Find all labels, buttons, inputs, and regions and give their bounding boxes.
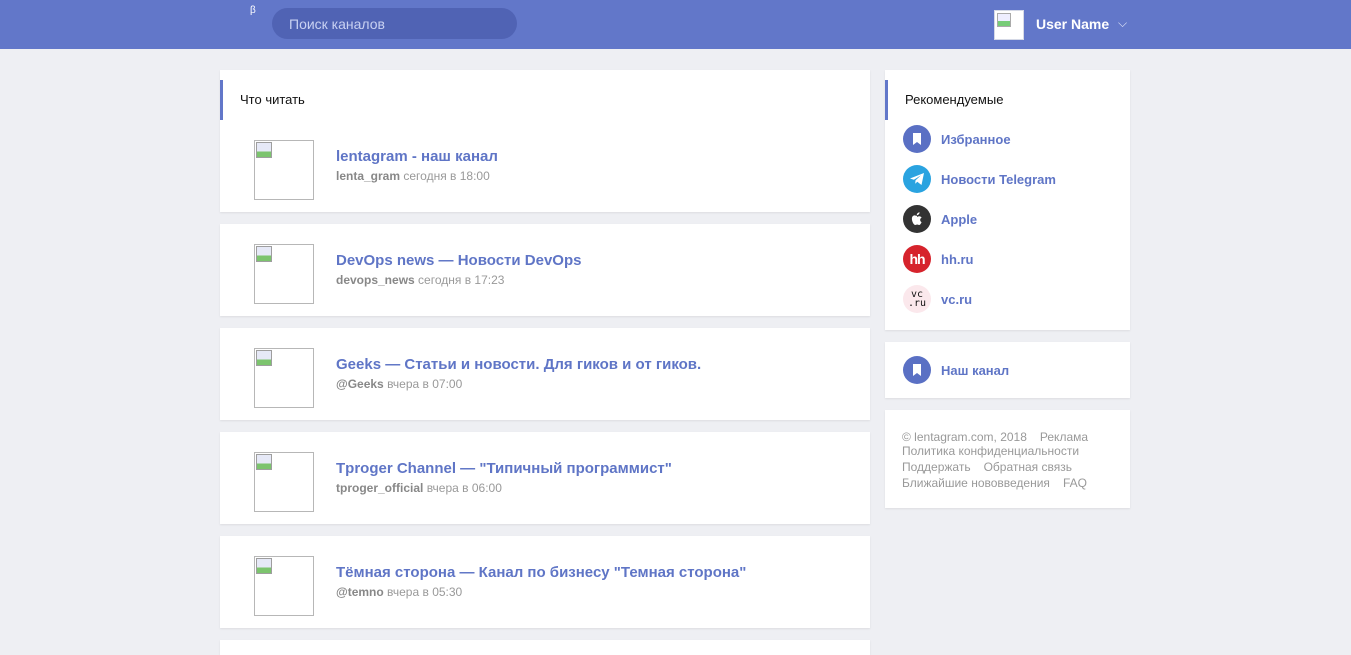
channel-avatar[interactable] xyxy=(254,348,314,408)
post-meta: lenta_gram сегодня в 18:00 xyxy=(336,169,490,183)
post-card[interactable]: Geeks — Статьи и новости. Для гиков и от… xyxy=(220,328,870,420)
changes-link[interactable]: Ближайшие нововведения xyxy=(902,476,1050,490)
feedback-link[interactable]: Обратная связь xyxy=(984,460,1072,474)
user-avatar[interactable] xyxy=(994,10,1024,40)
post-meta: @temno вчера в 05:30 xyxy=(336,585,462,599)
post-handle[interactable]: tproger_official xyxy=(336,481,423,495)
post-time: сегодня в 17:23 xyxy=(418,273,505,287)
post-meta: devops_news сегодня в 17:23 xyxy=(336,273,504,287)
recommended-item-hh[interactable]: hh hh.ru xyxy=(903,245,974,273)
footer-line: Поддержать Обратная связь xyxy=(902,460,1085,474)
channel-avatar[interactable] xyxy=(254,244,314,304)
bookmark-icon xyxy=(903,356,931,384)
post-meta: tproger_official вчера в 06:00 xyxy=(336,481,502,495)
post-title[interactable]: DevOps news — Новости DevOps xyxy=(336,252,581,269)
post-time: вчера в 05:30 xyxy=(387,585,463,599)
our-channel-card: Наш канал xyxy=(885,342,1130,398)
faq-link[interactable]: FAQ xyxy=(1063,476,1087,490)
channel-avatar[interactable] xyxy=(254,556,314,616)
recommended-item-label: hh.ru xyxy=(941,251,974,267)
post-title[interactable]: Geeks — Статьи и новости. Для гиков и от… xyxy=(336,356,701,373)
post-time: сегодня в 18:00 xyxy=(403,169,490,183)
user-name[interactable]: User Name xyxy=(1036,16,1109,32)
hh-logo-icon: hh xyxy=(903,245,931,273)
ads-link[interactable]: Реклама xyxy=(1040,430,1088,444)
channel-avatar[interactable] xyxy=(254,140,314,200)
post-card[interactable]: DevOps news — Новости DevOps devops_news… xyxy=(220,224,870,316)
bookmark-icon xyxy=(903,125,931,153)
recommended-section-title: Рекомендуемые xyxy=(885,80,1003,120)
recommended-item-telegram-news[interactable]: Новости Telegram xyxy=(903,165,1056,193)
post-title[interactable]: Тёмная сторона — Канал по бизнесу "Темна… xyxy=(336,564,746,581)
search-input[interactable] xyxy=(272,8,517,39)
copyright-text: © lentagram.com, 2018 xyxy=(902,430,1027,444)
channel-avatar[interactable] xyxy=(254,452,314,512)
post-time: вчера в 06:00 xyxy=(426,481,502,495)
beta-badge: β xyxy=(250,5,256,16)
our-channel-link[interactable]: Наш канал xyxy=(903,356,1009,384)
recommended-item-apple[interactable]: Apple xyxy=(903,205,977,233)
footer-card: © lentagram.com, 2018 Реклама Политика ко… xyxy=(885,410,1130,508)
post-handle[interactable]: lenta_gram xyxy=(336,169,400,183)
post-card[interactable]: Тёмная сторона — Канал по бизнесу "Темна… xyxy=(220,536,870,628)
post-time: вчера в 07:00 xyxy=(387,377,463,391)
footer-line: Политика конфиденциальности xyxy=(902,444,1092,458)
apple-icon xyxy=(903,205,931,233)
feed-card: Что читать lentagram - наш канал lenta_g… xyxy=(220,70,870,212)
recommended-item-label: vc.ru xyxy=(941,291,973,307)
post-card[interactable]: Tproger Channel — "Типичный программист"… xyxy=(220,432,870,524)
support-link[interactable]: Поддержать xyxy=(902,460,971,474)
recommended-item-vc[interactable]: vc .ru vc.ru xyxy=(903,285,972,313)
our-channel-label: Наш канал xyxy=(941,362,1010,378)
post-handle[interactable]: @temno xyxy=(336,585,384,599)
post-title[interactable]: lentagram - наш канал xyxy=(336,148,498,165)
recommended-item-label: Избранное xyxy=(941,131,1011,147)
post-meta: @Geeks вчера в 07:00 xyxy=(336,377,462,391)
post-card[interactable] xyxy=(220,640,870,655)
recommended-item-favorites[interactable]: Избранное xyxy=(903,125,1011,153)
post-handle[interactable]: @Geeks xyxy=(336,377,384,391)
feed-section-title: Что читать xyxy=(220,80,305,120)
vc-logo-icon: vc .ru xyxy=(903,285,931,313)
recommended-item-label: Новости Telegram xyxy=(941,171,1056,187)
telegram-icon xyxy=(903,165,931,193)
footer-line: © lentagram.com, 2018 Реклама xyxy=(902,430,1101,444)
post-handle[interactable]: devops_news xyxy=(336,273,415,287)
chevron-down-icon[interactable]: ⌵ xyxy=(1118,16,1127,31)
recommended-item-label: Apple xyxy=(941,211,978,227)
post-title[interactable]: Tproger Channel — "Типичный программист" xyxy=(336,460,672,477)
footer-line: Ближайшие нововведения FAQ xyxy=(902,476,1100,490)
recommended-card: Рекомендуемые Избранное Новости Telegram… xyxy=(885,70,1130,330)
privacy-link[interactable]: Политика конфиденциальности xyxy=(902,444,1079,458)
top-bar: β User Name ⌵ xyxy=(0,0,1351,49)
